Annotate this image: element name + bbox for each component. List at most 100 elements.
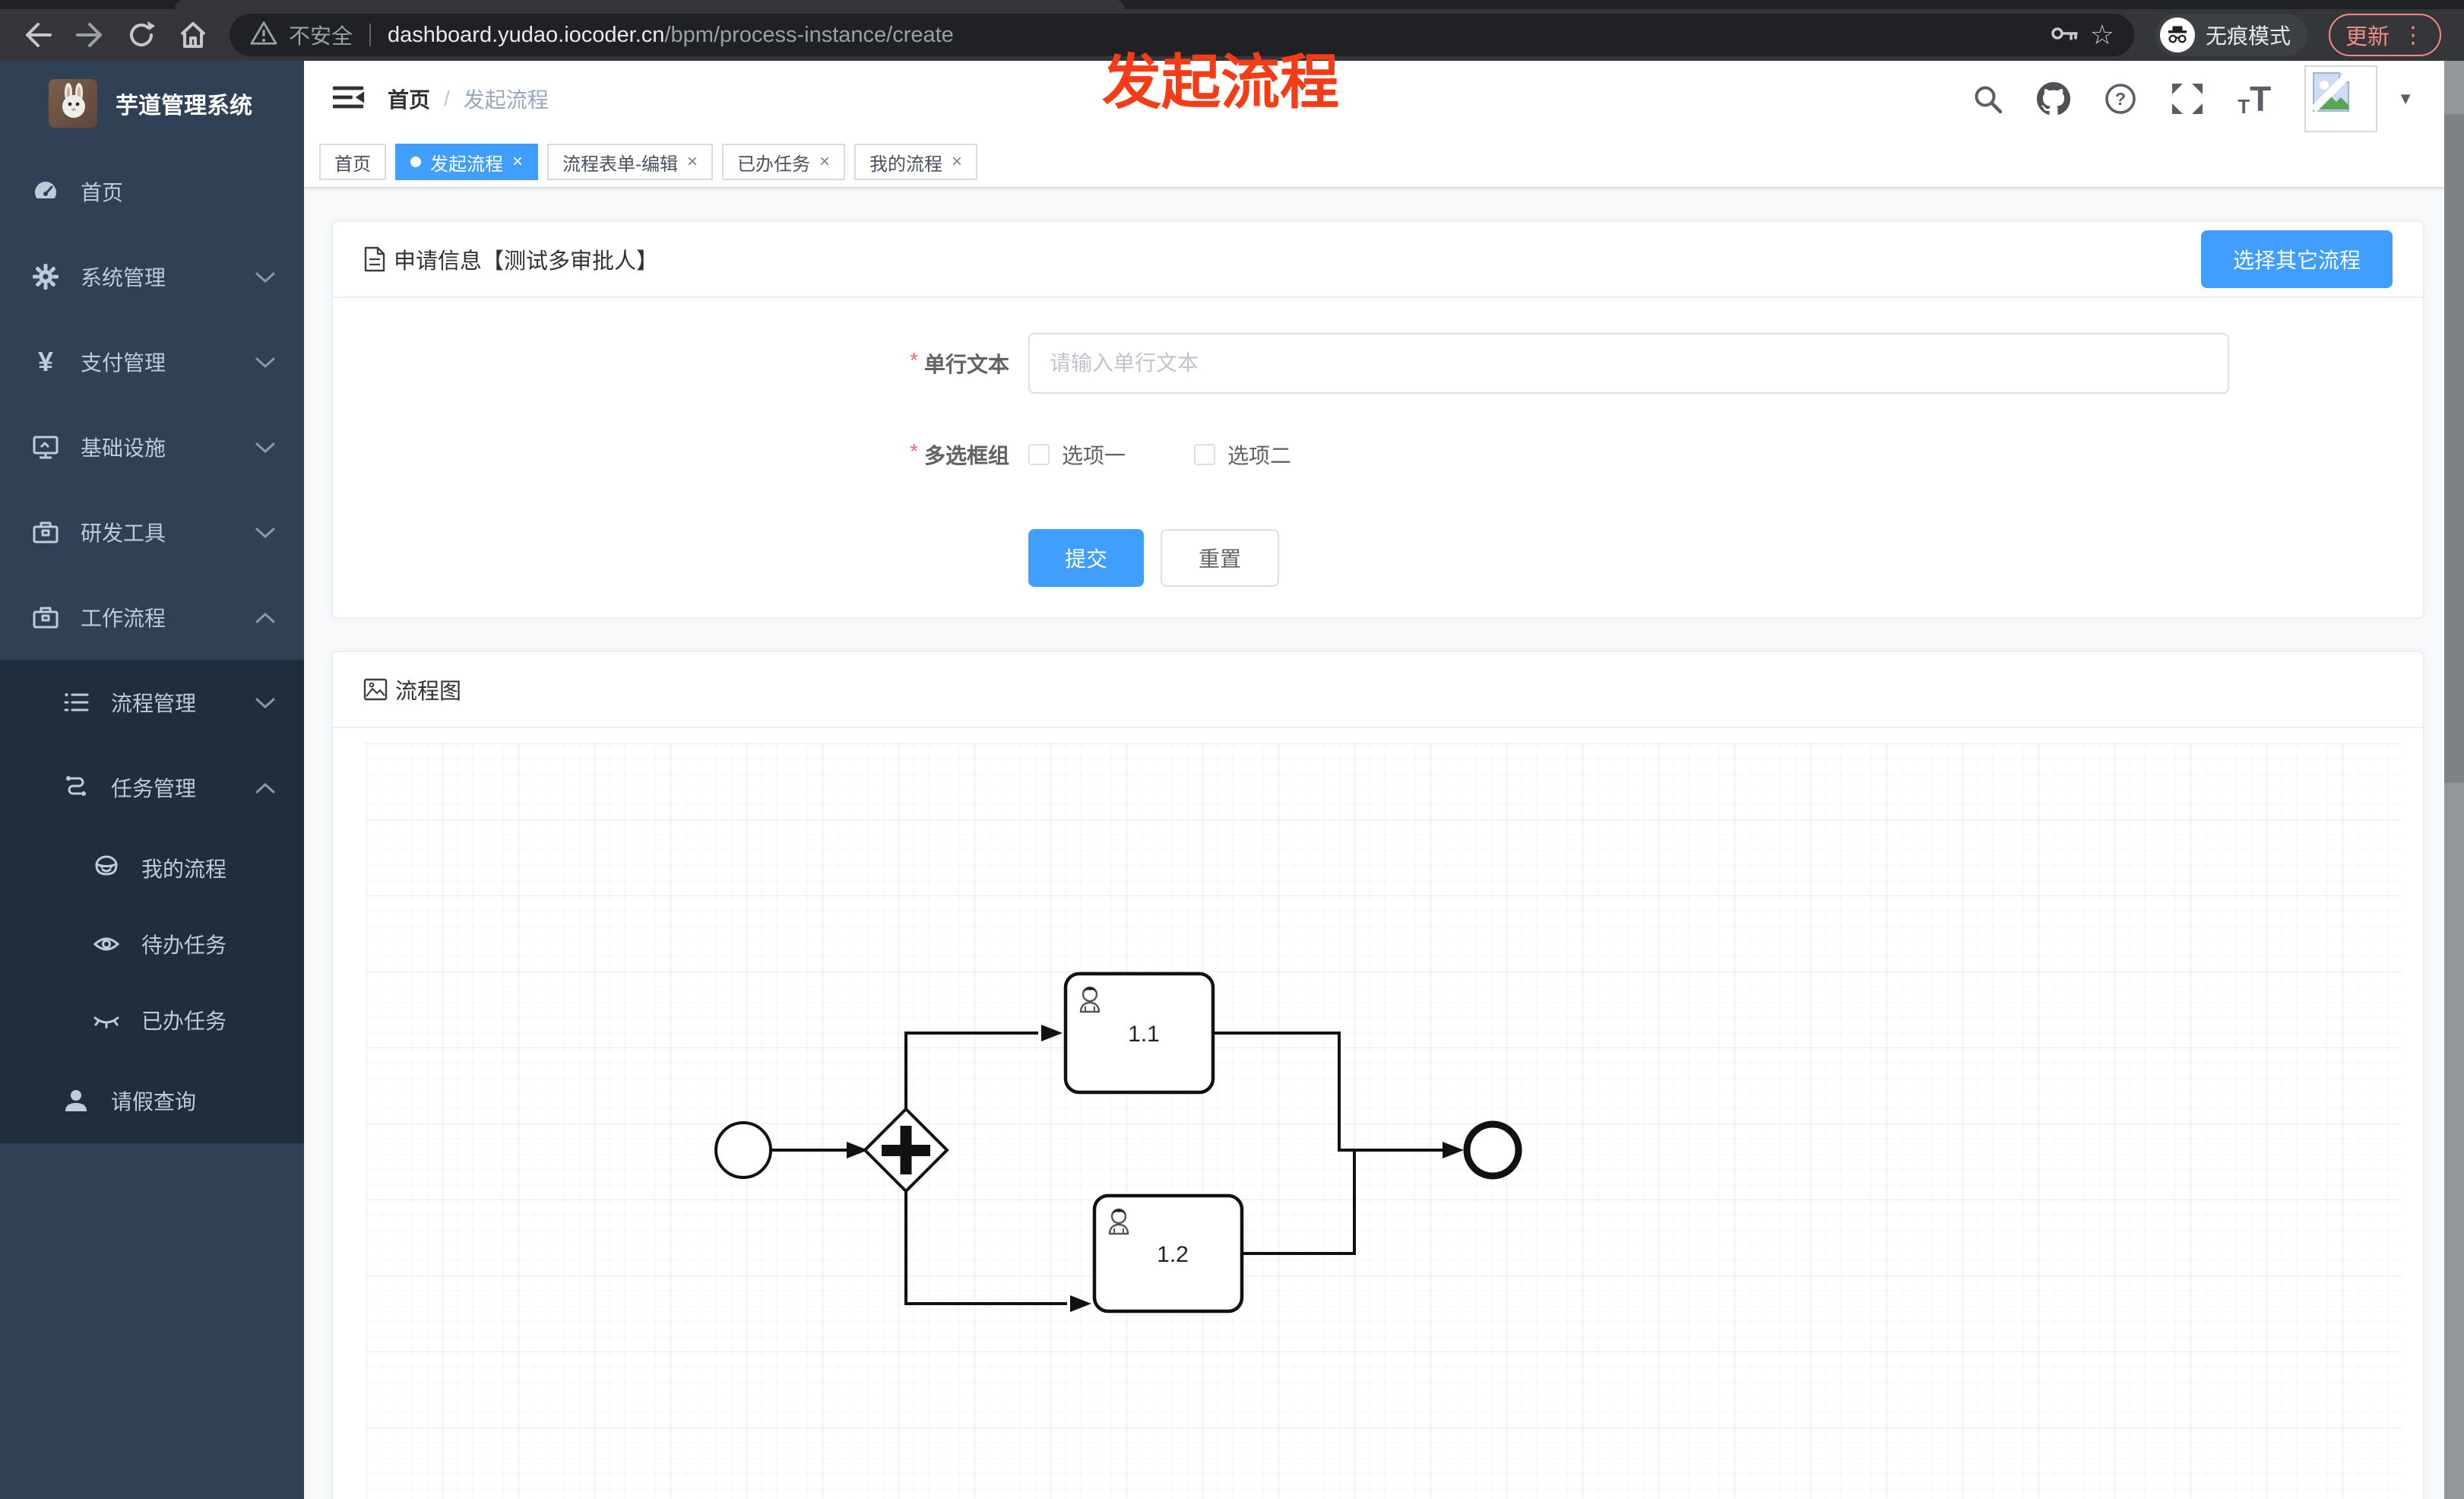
bpmn-user-task-1-2[interactable]: 1.2 xyxy=(1092,1193,1244,1314)
help-icon[interactable]: ? xyxy=(2104,82,2137,116)
sidebar-item-done-tasks[interactable]: 已办任务 xyxy=(0,982,304,1058)
home-icon[interactable] xyxy=(178,20,208,50)
fullscreen-icon[interactable] xyxy=(2171,82,2204,116)
search-icon[interactable] xyxy=(1972,83,2003,115)
sidebar-item-home[interactable]: 首页 xyxy=(0,149,304,234)
browser-update-button[interactable]: 更新 ⋮ xyxy=(2328,14,2441,56)
sidebar-item-infra[interactable]: 基础设施 xyxy=(0,404,304,490)
checkbox-icon[interactable] xyxy=(1194,444,1216,465)
sidebar-item-label: 我的流程 xyxy=(141,857,227,881)
bpmn-user-task-1-1[interactable]: 1.1 xyxy=(1063,971,1215,1095)
user-icon xyxy=(61,1085,91,1116)
breadcrumb-separator: / xyxy=(444,87,450,110)
breadcrumb-home[interactable]: 首页 xyxy=(388,84,430,114)
app-logo xyxy=(49,79,97,128)
sidebar-item-payment[interactable]: ¥ 支付管理 xyxy=(0,319,304,404)
sidebar-item-label: 已办任务 xyxy=(141,1009,227,1033)
workflow-submenu: 流程管理 任务管理 我的流程 待办任务 已办任务 请假查询 xyxy=(0,660,304,1143)
tab-home[interactable]: 首页 xyxy=(319,144,386,180)
close-icon[interactable]: × xyxy=(687,151,698,173)
bpmn-end-event[interactable] xyxy=(1463,1120,1522,1180)
svg-text:?: ? xyxy=(2115,89,2126,109)
checkbox-icon[interactable] xyxy=(1028,444,1050,465)
checkbox-option-1[interactable]: 选项一 xyxy=(1028,439,1126,470)
reset-button[interactable]: 重置 xyxy=(1161,529,1280,587)
font-size-icon[interactable]: TT xyxy=(2238,81,2271,116)
navbar-actions: ? TT ▼ xyxy=(1972,65,2444,132)
form-card-body: *单行文本 *多选框组 选项一 选项二 提交 xyxy=(333,298,2423,617)
app-title: 芋道管理系统 xyxy=(116,93,252,119)
chevron-up-icon xyxy=(255,775,275,800)
flow-card-title: 流程图 xyxy=(395,680,462,704)
tab-my-process[interactable]: 我的流程 × xyxy=(854,144,978,180)
checkbox-label: 选项二 xyxy=(1227,444,1292,467)
annotation-title: 发起流程 xyxy=(1102,49,1340,116)
checkbox-label: 选项一 xyxy=(1062,444,1126,467)
toolbox-icon xyxy=(30,602,61,632)
single-line-text-input[interactable] xyxy=(1028,333,2229,394)
chevron-up-icon xyxy=(255,605,275,629)
sidebar-item-label: 研发工具 xyxy=(81,521,166,545)
list-icon xyxy=(61,687,91,718)
tab-label: 首页 xyxy=(334,154,371,175)
browser-active-tab[interactable] xyxy=(175,0,1125,9)
back-icon[interactable] xyxy=(23,20,53,50)
checkbox-option-2[interactable]: 选项二 xyxy=(1194,439,1291,470)
sidebar-item-todo-tasks[interactable]: 待办任务 xyxy=(0,906,304,982)
bpmn-parallel-gateway[interactable] xyxy=(863,1107,949,1193)
chevron-down-icon xyxy=(255,690,275,715)
security-label[interactable]: 不安全 xyxy=(289,20,353,50)
flow-edge xyxy=(1213,1032,1443,1152)
text-field-row: * 单行文本 xyxy=(333,333,2423,394)
bpmn-start-event[interactable] xyxy=(714,1121,772,1179)
sidebar-item-label: 支付管理 xyxy=(81,351,166,375)
page-scrollbar[interactable] xyxy=(2444,61,2464,1499)
sidebar-collapse-icon[interactable] xyxy=(324,74,374,124)
sidebar-item-label: 首页 xyxy=(81,181,124,204)
arrowhead xyxy=(1070,1295,1091,1312)
document-icon xyxy=(364,246,385,272)
url-path: /bpm/process-instance/create xyxy=(664,22,954,47)
breadcrumb-current: 发起流程 xyxy=(463,88,549,112)
reload-icon[interactable] xyxy=(126,20,157,50)
sidebar-item-process-mgmt[interactable]: 流程管理 xyxy=(0,660,304,745)
bpmn-canvas[interactable]: 1.1 1.2 xyxy=(366,743,2402,1499)
update-label[interactable]: 更新 xyxy=(2345,19,2390,51)
close-icon[interactable]: × xyxy=(952,151,962,173)
sidebar-item-system[interactable]: 系统管理 xyxy=(0,234,304,319)
url-text[interactable]: dashboard.yudao.iocoder.cn/bpm/process-i… xyxy=(388,23,954,48)
select-other-process-button[interactable]: 选择其它流程 xyxy=(2200,230,2393,288)
sidebar-item-workflow[interactable]: 工作流程 xyxy=(0,575,304,660)
password-key-icon[interactable] xyxy=(2049,18,2079,52)
scrollbar-thumb[interactable] xyxy=(2444,114,2464,783)
incognito-icon xyxy=(2159,17,2195,52)
close-icon[interactable]: × xyxy=(512,151,523,173)
flow-diagram-card: 流程图 1.1 1.2 xyxy=(331,651,2424,1499)
form-card-title-wrap: 申请信息【测试多审批人】 xyxy=(363,243,658,275)
sidebar-item-leave-query[interactable]: 请假查询 xyxy=(0,1058,304,1143)
github-icon[interactable] xyxy=(2037,82,2071,116)
checkbox-field-label: 多选框组 xyxy=(923,444,1009,467)
close-icon[interactable]: × xyxy=(819,151,830,173)
security-warning-icon[interactable] xyxy=(249,20,278,51)
browser-menu-dots-icon[interactable]: ⋮ xyxy=(2402,22,2424,49)
tab-done-tasks[interactable]: 已办任务 × xyxy=(722,144,846,180)
required-star: * xyxy=(910,348,918,372)
tab-start-process[interactable]: 发起流程 × xyxy=(395,144,539,180)
checkbox-field-row: * 多选框组 选项一 选项二 xyxy=(333,439,2423,470)
app-logo-row[interactable]: 芋道管理系统 xyxy=(0,61,304,146)
flow-edge xyxy=(904,1191,1067,1305)
tab-label: 我的流程 xyxy=(869,154,943,175)
tab-form-edit[interactable]: 流程表单-编辑 × xyxy=(547,144,714,180)
sidebar-item-devtools[interactable]: 研发工具 xyxy=(0,490,304,575)
submit-button[interactable]: 提交 xyxy=(1028,529,1145,587)
face-icon xyxy=(91,853,122,883)
bookmark-star-icon[interactable]: ☆ xyxy=(2090,19,2114,51)
forward-icon[interactable] xyxy=(74,20,105,50)
flow-card-header: 流程图 xyxy=(333,652,2423,728)
flow-card-title-wrap: 流程图 xyxy=(363,673,461,705)
sidebar-item-task-mgmt[interactable]: 任务管理 xyxy=(0,745,304,830)
sidebar-item-my-process[interactable]: 我的流程 xyxy=(0,830,304,906)
avatar[interactable] xyxy=(2304,65,2378,132)
avatar-caret-icon[interactable]: ▼ xyxy=(2397,89,2414,109)
